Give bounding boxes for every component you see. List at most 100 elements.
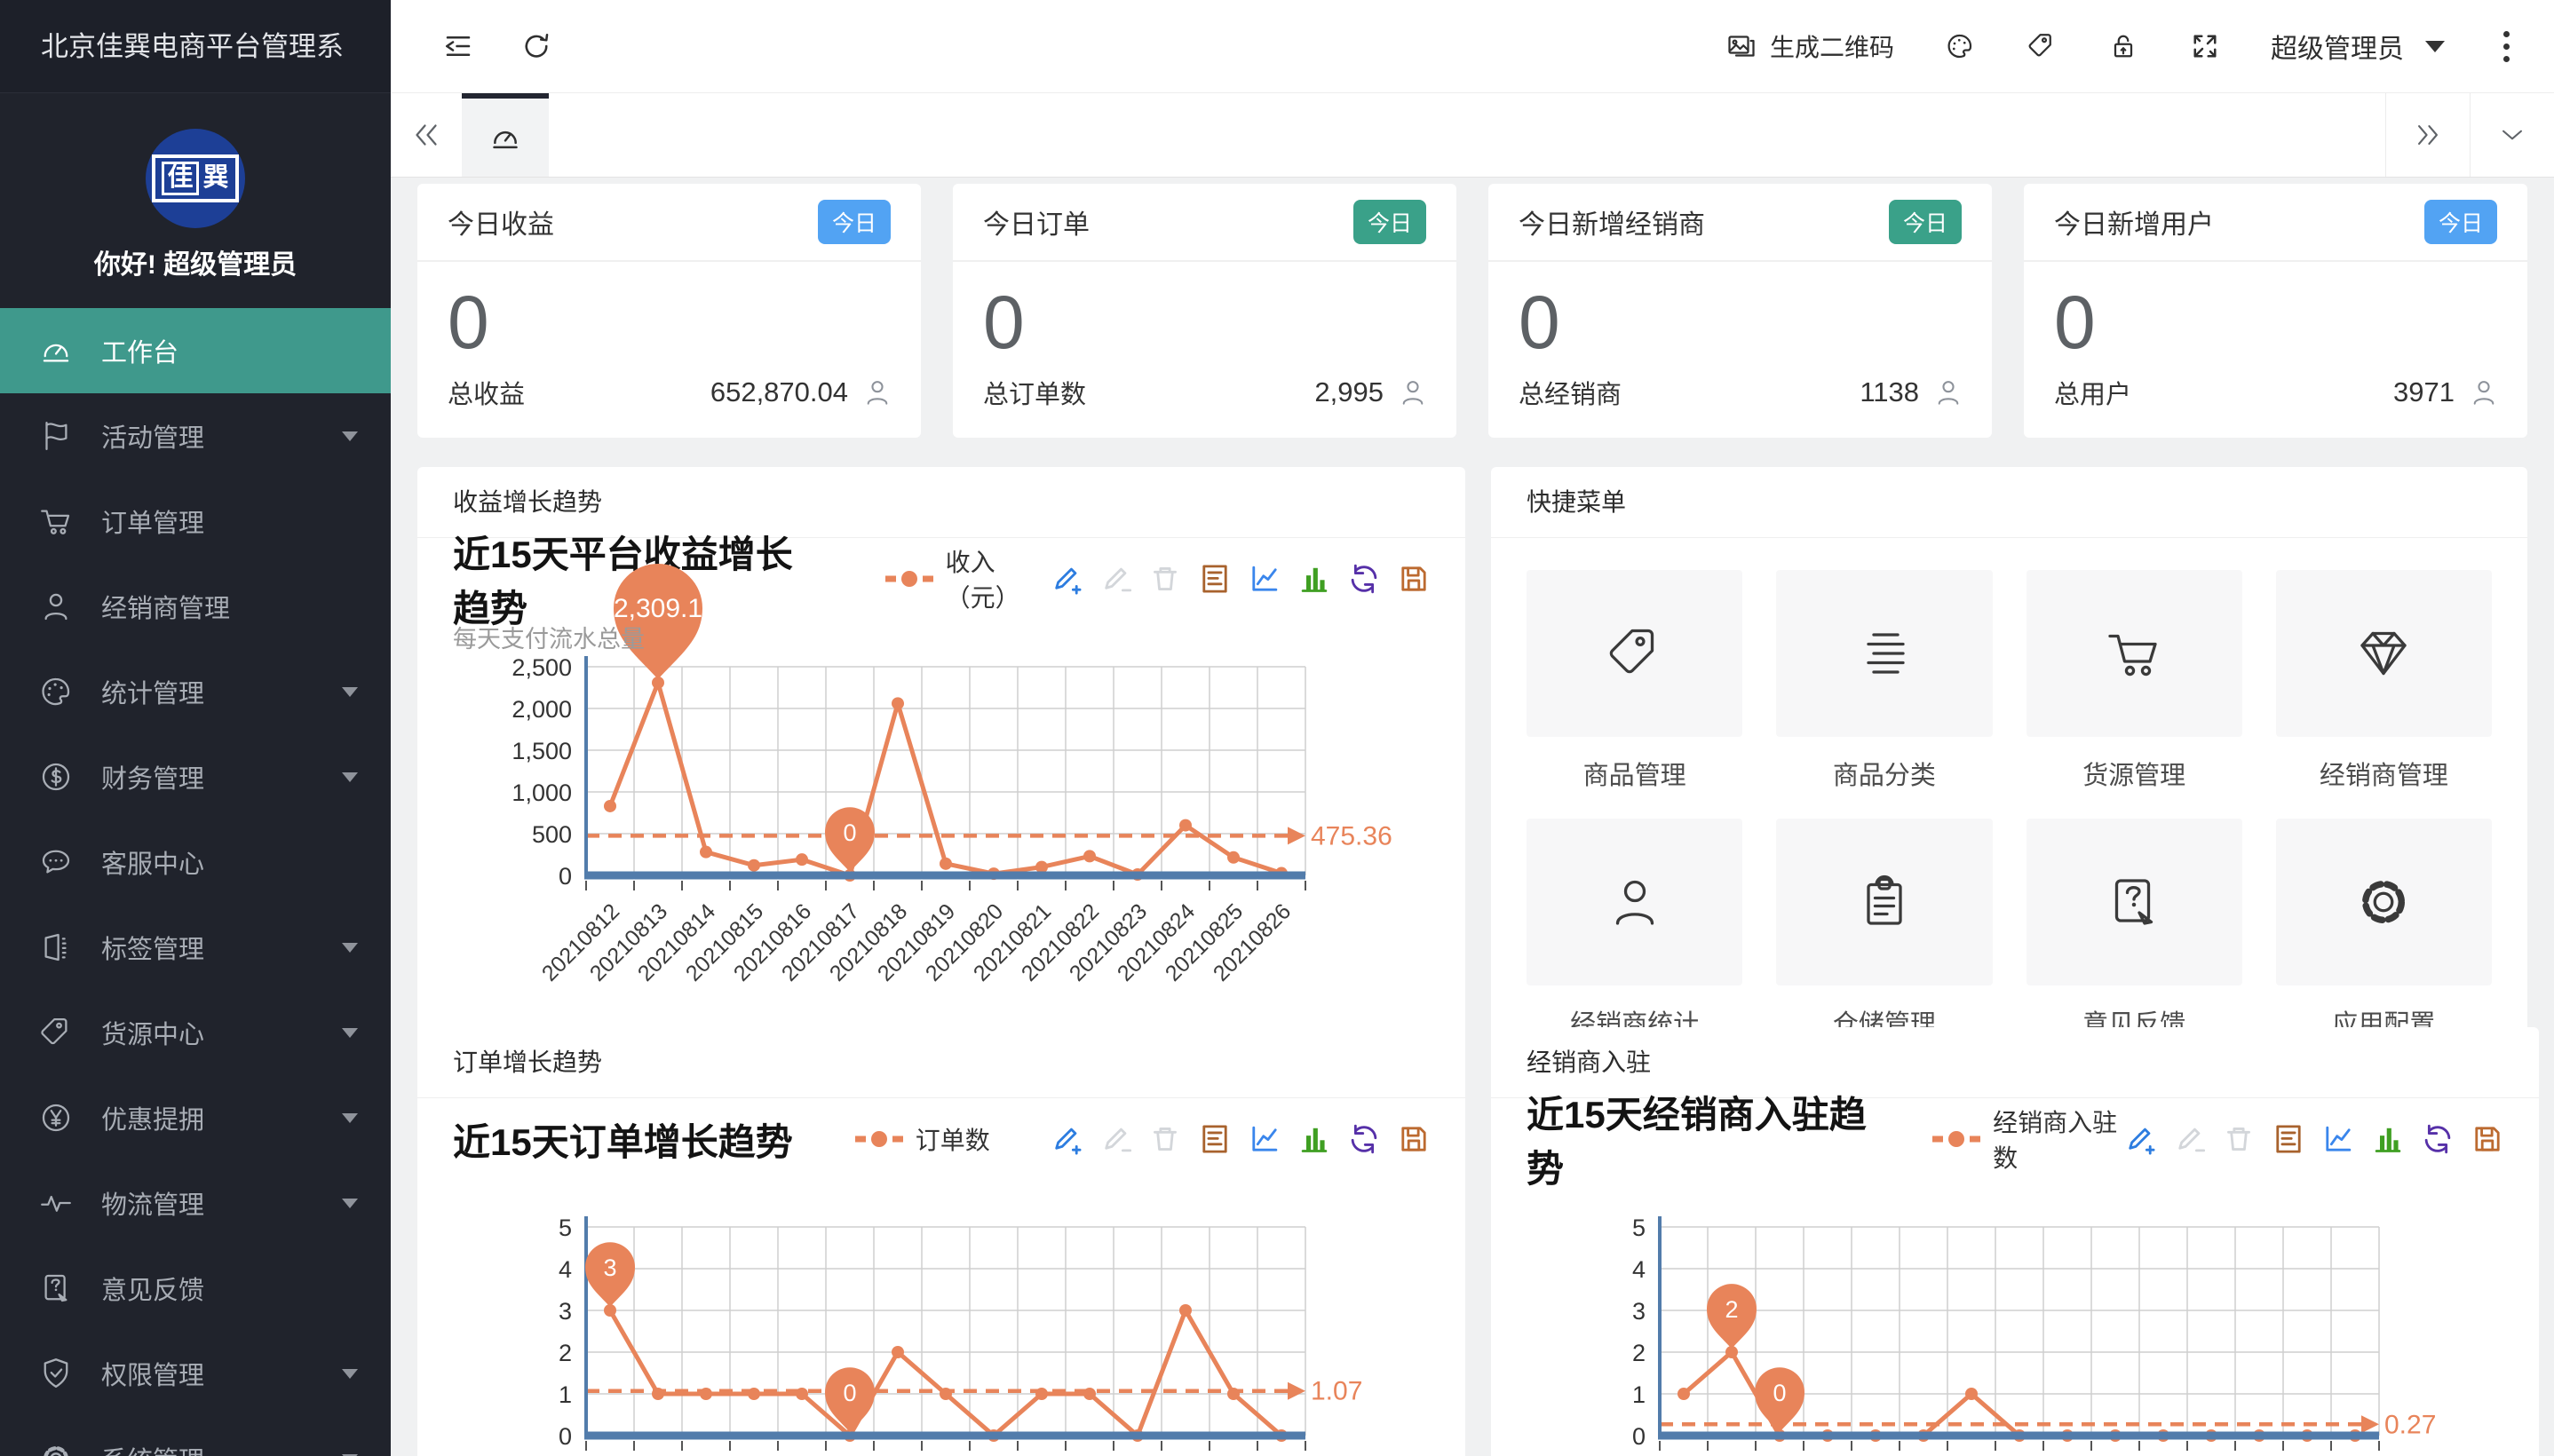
svg-text:1: 1 xyxy=(559,1381,572,1408)
save-image-tool-icon[interactable] xyxy=(1398,1123,1430,1155)
refresh-icon[interactable] xyxy=(520,30,552,62)
logo-char-2: 巽 xyxy=(203,164,229,193)
quick-menu-tile-cart[interactable] xyxy=(2027,570,2242,737)
chart-title: 近15天订单增长趋势 xyxy=(453,1112,793,1167)
sidebar-item[interactable]: 货源中心 xyxy=(0,990,391,1075)
lock-screen-icon[interactable] xyxy=(2107,30,2139,62)
theme-palette-icon[interactable] xyxy=(1944,30,1976,62)
chart-title: 近15天经销商入驻趋势 xyxy=(1527,1085,1870,1193)
quick-menu-tile-diamond[interactable] xyxy=(2276,570,2492,737)
data-view-tool-icon[interactable] xyxy=(1199,1123,1231,1155)
person-icon xyxy=(848,376,894,409)
collapse-sidebar-icon[interactable] xyxy=(442,30,474,62)
save-image-tool-icon[interactable] xyxy=(2471,1123,2503,1155)
tag-icon[interactable] xyxy=(2026,30,2058,62)
sidebar-item[interactable]: 经销商管理 xyxy=(0,564,391,649)
sidebar-item[interactable]: 客服中心 xyxy=(0,819,391,905)
avatar[interactable]: 佳 巽 xyxy=(146,129,245,228)
quick-menu-tile-feedback[interactable] xyxy=(2027,819,2242,985)
chevron-down-icon xyxy=(341,942,359,954)
legend-item[interactable]: 订单数 xyxy=(853,1121,990,1157)
fullscreen-icon[interactable] xyxy=(2189,30,2221,62)
sidebar-item[interactable]: 活动管理 xyxy=(0,393,391,479)
restore-tool-icon[interactable] xyxy=(1348,1123,1380,1155)
unmark-tool-icon[interactable] xyxy=(1099,563,1131,595)
bar-chart-tool-icon[interactable] xyxy=(2372,1123,2404,1155)
legend-marker-icon xyxy=(884,570,935,588)
panel-dealers: 经销商入驻 近15天经销商入驻趋势 经销商入驻数 0.2701234520210… xyxy=(1491,1027,2539,1456)
data-view-tool-icon[interactable] xyxy=(1199,563,1231,595)
restore-tool-icon[interactable] xyxy=(1348,563,1380,595)
mark-tool-icon[interactable] xyxy=(1050,1123,1082,1155)
sidebar-item[interactable]: 优惠提拥 xyxy=(0,1075,391,1160)
app-root: 北京佳巽电商平台管理系 佳 巽 你好! 超级管理员 工作台活动管理订单管理经销商… xyxy=(0,0,2554,1456)
mark-tool-icon[interactable] xyxy=(1050,563,1082,595)
svg-text:0: 0 xyxy=(843,1380,856,1406)
sidebar-item[interactable]: 工作台 xyxy=(0,308,391,393)
unmark-tool-icon[interactable] xyxy=(2173,1123,2205,1155)
quick-menu-tile-person[interactable] xyxy=(1527,819,1742,985)
diamond-icon xyxy=(2352,621,2415,685)
chart-toolbox xyxy=(1050,1123,1430,1155)
sidebar-item[interactable]: 权限管理 xyxy=(0,1331,391,1416)
legend-item[interactable]: 经销商入驻数 xyxy=(1931,1104,2123,1175)
chart-header: 近15天平台收益增长趋势 收入（元） xyxy=(453,550,1430,607)
quick-menu-tile-tag[interactable] xyxy=(1527,570,1742,737)
tab-dashboard[interactable] xyxy=(462,93,549,177)
list-icon xyxy=(1852,621,1916,685)
clear-tool-icon[interactable] xyxy=(1149,1123,1181,1155)
save-image-tool-icon[interactable] xyxy=(1398,563,1430,595)
line-chart-tool-icon[interactable] xyxy=(2322,1123,2354,1155)
photo-icon xyxy=(1725,30,1757,62)
bar-chart-tool-icon[interactable] xyxy=(1298,1123,1330,1155)
line-chart-tool-icon[interactable] xyxy=(1249,1123,1281,1155)
line-chart-tool-icon[interactable] xyxy=(1249,563,1281,595)
orders-line-chart[interactable]: 1.07012345202108122021081320210814202108… xyxy=(453,1187,1430,1456)
sidebar-item[interactable]: 标签管理 xyxy=(0,905,391,990)
svg-text:1,000: 1,000 xyxy=(512,779,572,806)
tab-bar xyxy=(391,93,2554,178)
quick-menu-item: 意见反馈 xyxy=(2027,819,2242,1041)
bar-chart-tool-icon[interactable] xyxy=(1298,563,1330,595)
quick-menu-tile-list[interactable] xyxy=(1776,570,1992,737)
user-name: 超级管理员 xyxy=(2271,27,2404,66)
quick-menu-tile-gear[interactable] xyxy=(2276,819,2492,985)
quick-menu-tile-clipboard[interactable] xyxy=(1776,819,1992,985)
tabs-menu-icon[interactable] xyxy=(2470,93,2554,177)
generate-qrcode-button[interactable]: 生成二维码 xyxy=(1725,28,1894,64)
legend-item[interactable]: 收入（元） xyxy=(884,543,1050,614)
svg-text:3: 3 xyxy=(559,1298,572,1325)
chevron-down-icon xyxy=(341,1198,359,1209)
user-menu[interactable]: 超级管理员 xyxy=(2271,27,2445,66)
person-icon xyxy=(1384,376,1430,409)
gear-icon xyxy=(37,1440,75,1456)
clear-tool-icon[interactable] xyxy=(2223,1123,2255,1155)
sidebar-item[interactable]: 系统管理 xyxy=(0,1416,391,1456)
unmark-tool-icon[interactable] xyxy=(1099,1123,1131,1155)
stat-card-title: 今日收益 xyxy=(448,202,554,241)
sidebar-item-label: 货源中心 xyxy=(101,1014,204,1051)
tabs-scroll-right-icon[interactable] xyxy=(2385,93,2470,177)
clear-tool-icon[interactable] xyxy=(1149,563,1181,595)
legend-label: 订单数 xyxy=(916,1121,990,1157)
mark-tool-icon[interactable] xyxy=(2123,1123,2155,1155)
panel-body: 近15天平台收益增长趋势 收入（元） 每天支付流水总量 475.3605001,… xyxy=(417,538,1465,991)
dealers-line-chart[interactable]: 0.27012345202108122021081320210814202108… xyxy=(1527,1187,2503,1456)
tag-icon xyxy=(1603,621,1667,685)
restore-tool-icon[interactable] xyxy=(2422,1123,2454,1155)
revenue-line-chart[interactable]: 475.3605001,0001,5002,0002,5002021081220… xyxy=(453,627,1430,991)
svg-text:2,000: 2,000 xyxy=(512,696,572,723)
card-icon xyxy=(37,929,75,966)
sidebar-item[interactable]: 订单管理 xyxy=(0,479,391,564)
svg-text:0: 0 xyxy=(1632,1423,1646,1450)
sidebar-item[interactable]: 物流管理 xyxy=(0,1160,391,1246)
sidebar-item[interactable]: 意见反馈 xyxy=(0,1246,391,1331)
more-menu-icon[interactable] xyxy=(2495,28,2518,66)
sidebar-item[interactable]: 财务管理 xyxy=(0,734,391,819)
data-view-tool-icon[interactable] xyxy=(2272,1123,2304,1155)
stat-card: 今日订单 今日 0 总订单数 2,995 xyxy=(953,184,1456,438)
tabs-scroll-left-icon[interactable] xyxy=(391,93,462,177)
sidebar-item[interactable]: 统计管理 xyxy=(0,649,391,734)
today-badge: 今日 xyxy=(2424,200,2497,244)
today-badge: 今日 xyxy=(1889,200,1962,244)
